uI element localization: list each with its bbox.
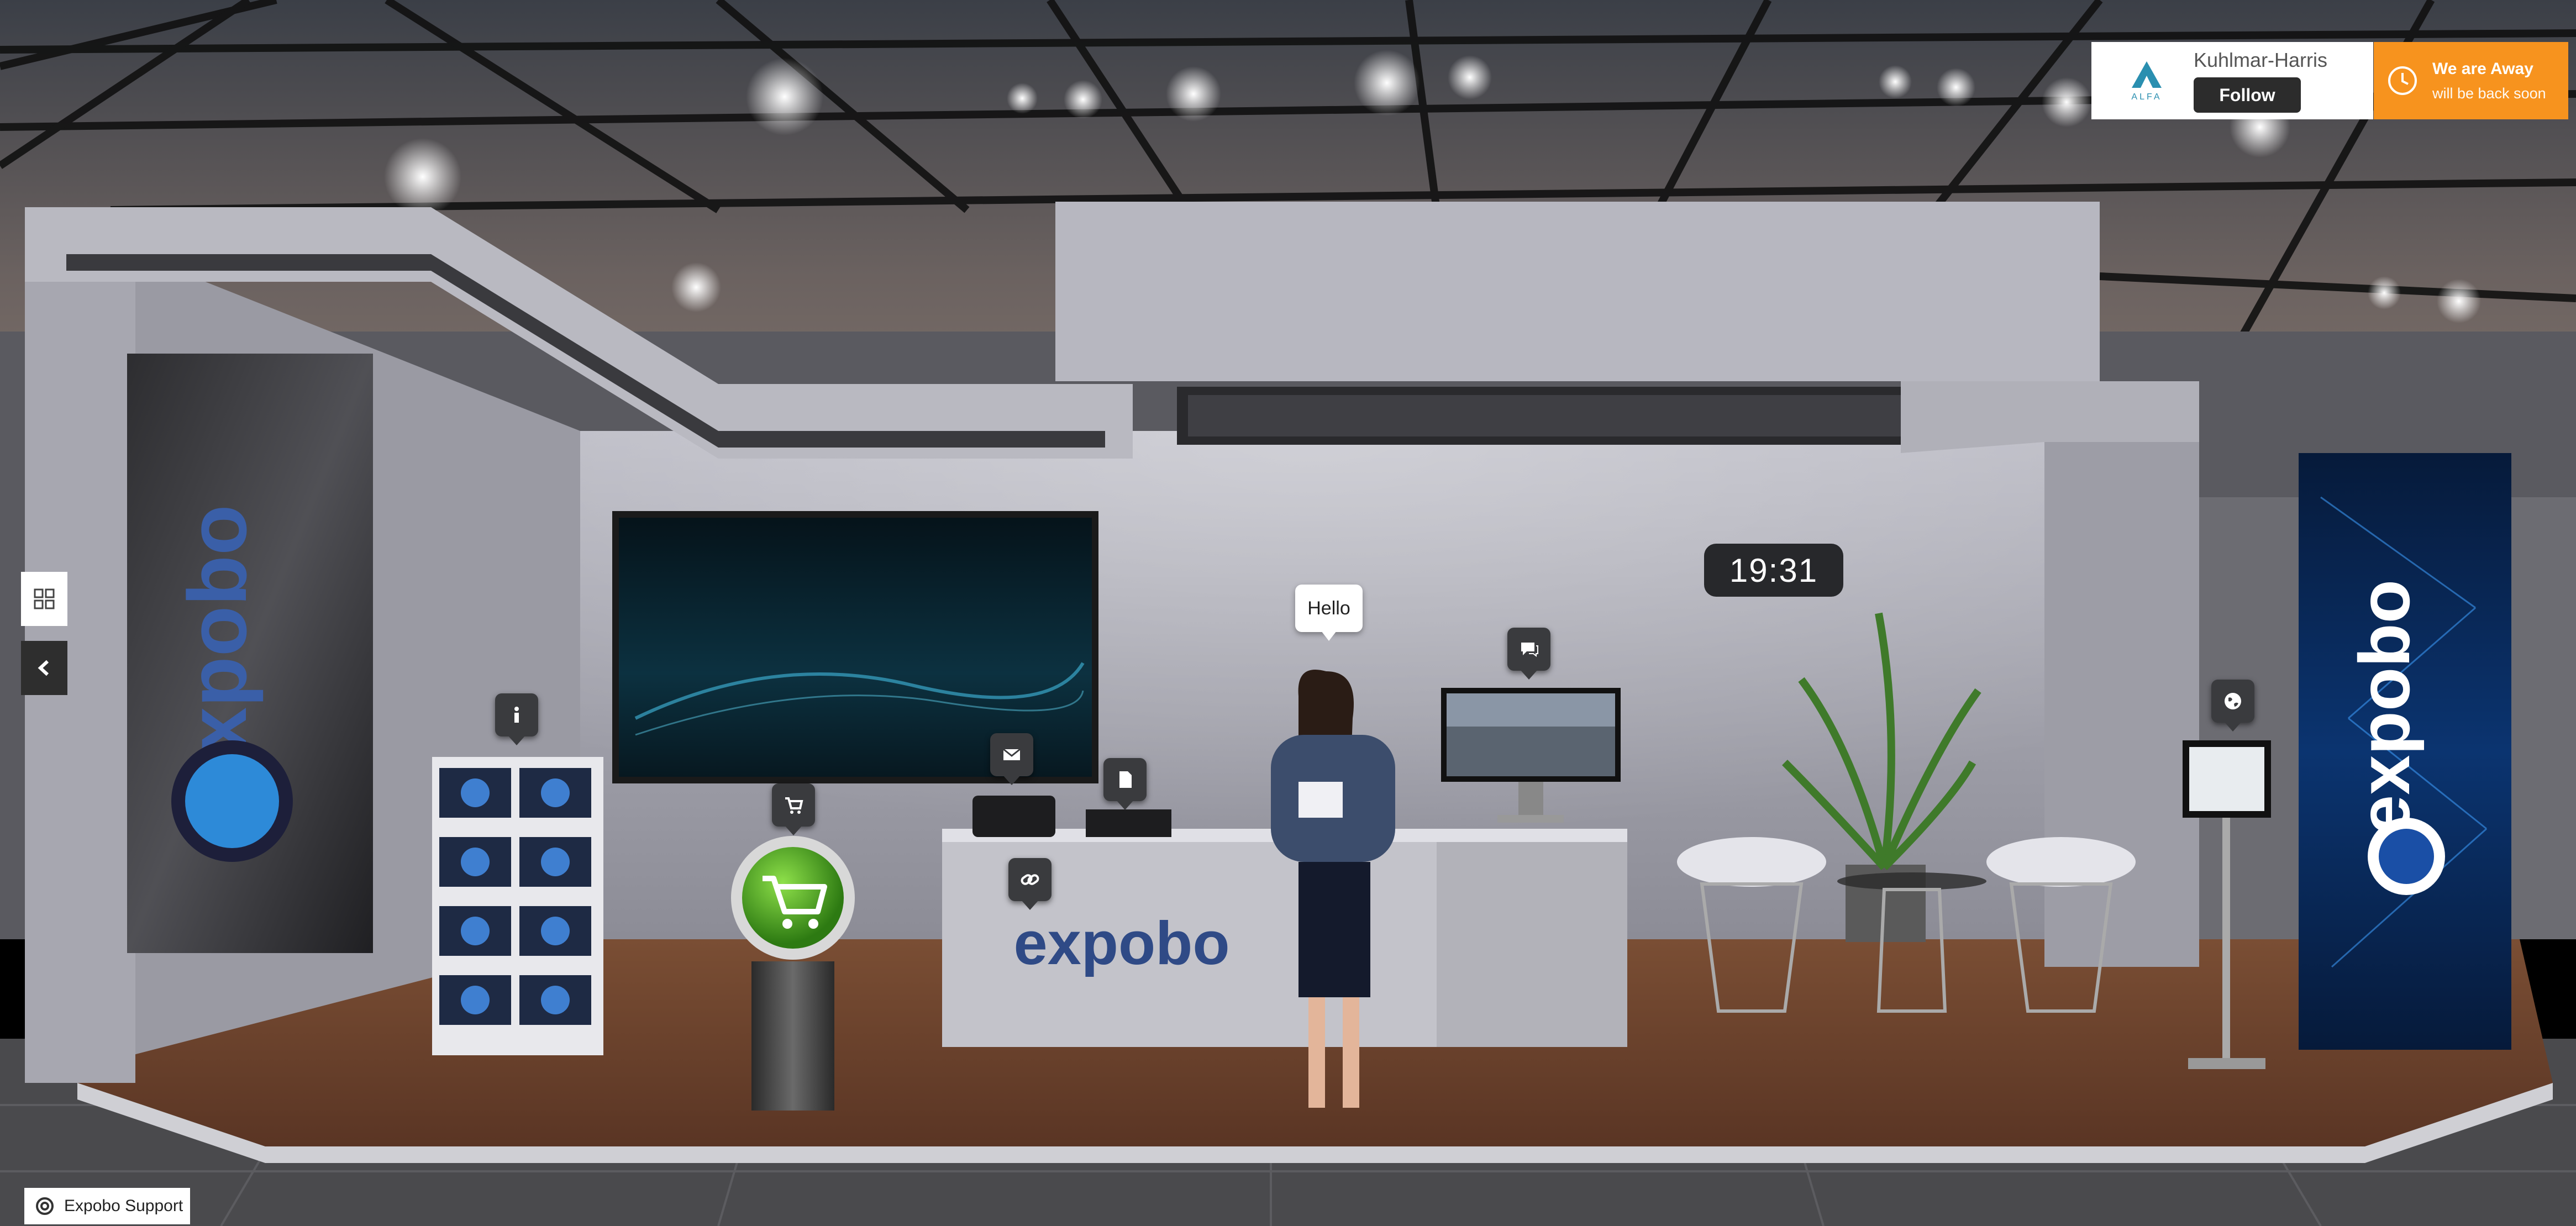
document-hotspot[interactable] (1103, 758, 1147, 810)
email-hotspot[interactable] (990, 733, 1033, 785)
globe-icon (2225, 693, 2241, 709)
company-logo-text: ALFA (2131, 92, 2162, 102)
link-icon (1021, 874, 1039, 885)
company-name: Kuhlmar-Harris (2194, 49, 2328, 71)
support-chat-button[interactable]: Expobo Support (24, 1188, 190, 1224)
status-title: We are Away (2432, 59, 2533, 78)
booth-scene: expobo expobo expobo (0, 0, 2576, 1226)
exhibitor-info: Kuhlmar-Harris Follow (2194, 49, 2327, 113)
virtual-booth-viewer[interactable]: expobo expobo expobo 19:31 Hello ALFA Ku… (0, 0, 2576, 1226)
link-hotspot[interactable] (1008, 858, 1052, 910)
company-logo: ALFA (2122, 53, 2172, 108)
shop-hotspot[interactable] (772, 783, 815, 835)
chat-icon (1521, 643, 1538, 657)
grid-icon (34, 588, 55, 609)
svg-text:expobo: expobo (1013, 909, 1229, 977)
info-icon (514, 707, 519, 723)
clock-icon (2388, 66, 2417, 95)
document-icon (1119, 771, 1132, 788)
booth-clock: 19:31 (1704, 544, 1843, 597)
support-icon (36, 1197, 54, 1215)
previous-booth-button[interactable] (21, 641, 67, 695)
alfa-logo-icon (2132, 61, 2162, 88)
exhibitor-card: ALFA Kuhlmar-Harris Follow (2091, 42, 2373, 119)
support-label: Expobo Support (64, 1197, 183, 1215)
envelope-icon (1003, 748, 1021, 760)
status-text: We are Away will be back soon (2432, 60, 2546, 102)
status-subtitle: will be back soon (2432, 85, 2546, 102)
follow-button[interactable]: Follow (2194, 77, 2301, 113)
info-hotspot[interactable] (495, 693, 538, 745)
web-hotspot[interactable] (2211, 680, 2254, 732)
chevron-left-icon (38, 660, 49, 676)
availability-status[interactable]: We are Away will be back soon (2374, 42, 2568, 119)
grid-view-button[interactable] (21, 572, 67, 626)
shopping-cart-icon (785, 797, 803, 814)
hostess-greeting-bubble[interactable]: Hello (1295, 585, 1363, 641)
chat-hotspot[interactable] (1507, 628, 1550, 680)
svg-text:expobo: expobo (2344, 580, 2425, 835)
